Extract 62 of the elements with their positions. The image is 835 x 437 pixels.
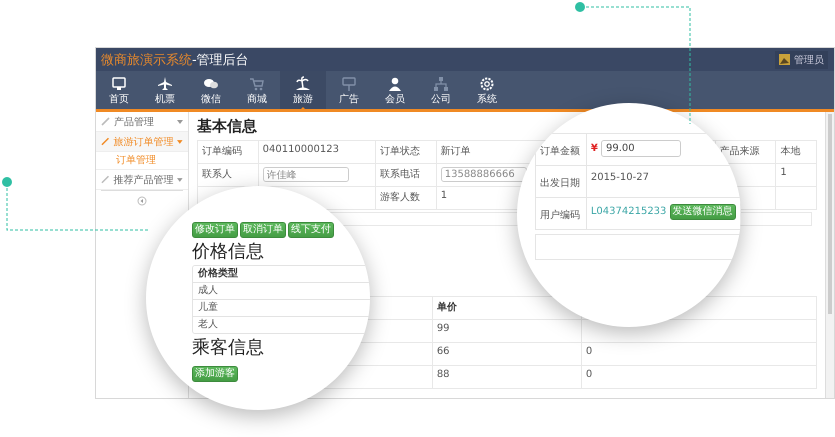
- pencil-icon: [101, 175, 110, 184]
- cart-icon: [249, 76, 265, 92]
- callout-dot: [2, 177, 12, 187]
- field-value: 1: [440, 190, 448, 201]
- field-label: 联系人: [202, 169, 232, 180]
- field-value: 0: [586, 346, 592, 357]
- nav-tab[interactable]: 机票: [142, 71, 188, 109]
- user-menu[interactable]: 管理员: [775, 50, 828, 68]
- field-label: 单价: [436, 302, 457, 313]
- field-label: 游客人数: [380, 192, 420, 203]
- field-label: 联系电话: [380, 169, 420, 180]
- field-value: 1: [780, 167, 787, 178]
- nav-tab[interactable]: 会员: [372, 71, 418, 109]
- field-value: 2015-10-27: [590, 172, 649, 183]
- nav-tab[interactable]: 旅游: [280, 71, 326, 109]
- field-value: 0: [586, 369, 592, 380]
- field-value: 99: [436, 323, 450, 334]
- window-title: 微商旅演示系统-管理后台: [101, 52, 249, 68]
- field-value: 88: [436, 369, 450, 380]
- callout-dot: [575, 2, 585, 12]
- plane-icon: [157, 76, 173, 92]
- avatar-icon: [779, 54, 790, 65]
- island-icon: [295, 76, 311, 92]
- field-label: 用户编码: [540, 210, 580, 221]
- field-value: 本地: [780, 146, 800, 157]
- caret-icon: [177, 140, 183, 144]
- field-label: 订单状态: [380, 146, 420, 157]
- field-label: 订单编码: [202, 146, 242, 157]
- column-header: 价格类型: [198, 268, 238, 279]
- monitor-icon: [111, 76, 127, 92]
- table-cell: 老人: [198, 319, 218, 330]
- field-value: 040110000123: [262, 144, 339, 155]
- caret-icon: [177, 178, 183, 182]
- sign-icon: [341, 76, 357, 92]
- text-field[interactable]: 13588886666: [440, 167, 527, 182]
- currency-sign: ¥: [590, 143, 598, 154]
- table-cell: 成人: [198, 285, 218, 296]
- nav-tab[interactable]: 系统: [464, 71, 510, 109]
- pencil-icon: [101, 117, 110, 126]
- gear-icon: [479, 76, 495, 92]
- nav-tab[interactable]: 公司: [418, 71, 464, 109]
- field-value: 66: [436, 346, 450, 357]
- nav-tab[interactable]: 微信: [188, 71, 234, 109]
- section-heading: 基本信息: [197, 117, 258, 136]
- nav-tab[interactable]: 广告: [326, 71, 372, 109]
- field-label: 出发日期: [540, 178, 580, 189]
- field-label: 订单金额: [540, 146, 580, 157]
- table-cell: 儿童: [198, 302, 218, 313]
- section-heading: 乘客信息: [192, 337, 265, 359]
- amount-field[interactable]: 99.00: [601, 140, 681, 157]
- scrollbar[interactable]: [828, 114, 832, 314]
- text-field[interactable]: 许佳峰: [262, 167, 349, 182]
- org-icon: [433, 76, 449, 92]
- collapse-icon[interactable]: [137, 196, 147, 206]
- nav-tab[interactable]: 首页: [96, 71, 142, 109]
- caret-icon: [177, 120, 183, 124]
- section-heading: 价格信息: [192, 241, 265, 263]
- field-value: 新订单: [440, 146, 471, 157]
- pencil-icon: [101, 137, 110, 146]
- nav-tab[interactable]: 商城: [234, 71, 280, 109]
- sidebar-item[interactable]: 推荐产品管理: [96, 170, 188, 190]
- person-icon: [387, 76, 403, 92]
